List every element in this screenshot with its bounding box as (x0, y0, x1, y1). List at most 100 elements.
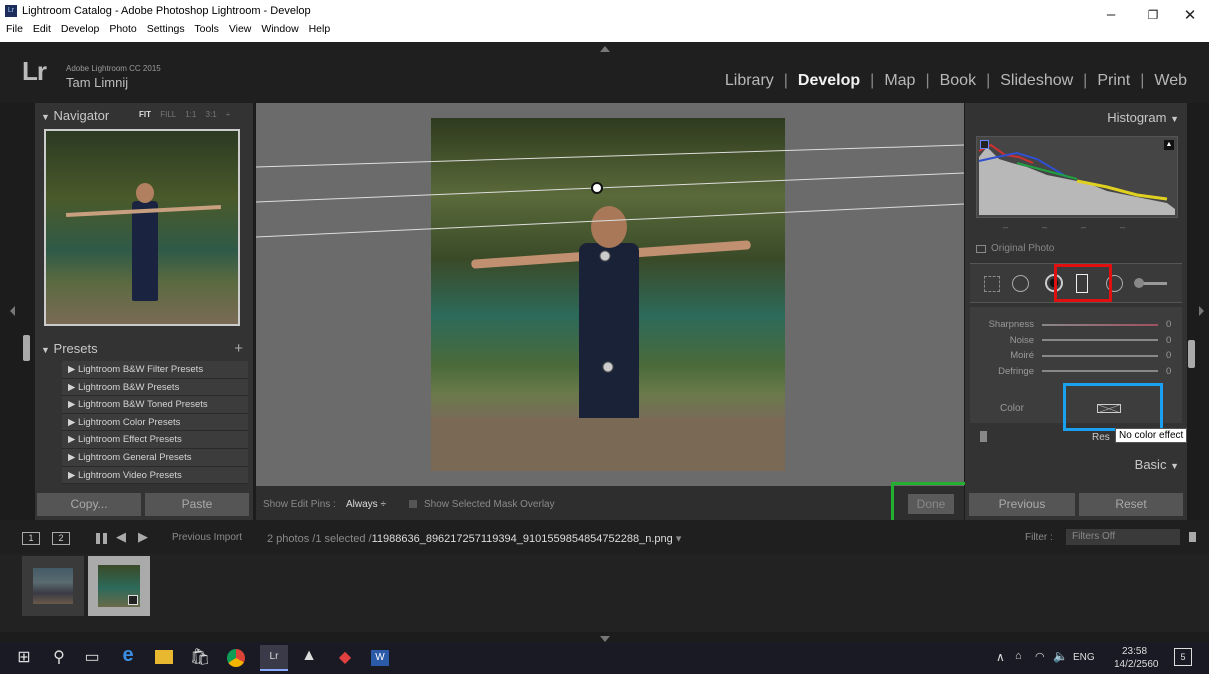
image-canvas[interactable] (256, 103, 964, 486)
filename[interactable]: 11988636_896217257119394_910155985485475… (372, 533, 673, 545)
mask-overlay-checkbox[interactable] (409, 500, 417, 508)
left-scrollbar[interactable] (23, 335, 30, 361)
lightroom-taskbar-icon[interactable]: Lr (260, 645, 288, 671)
module-web[interactable]: Web (1144, 72, 1197, 90)
preset-folder[interactable]: ▶ Lightroom B&W Presets (62, 378, 248, 397)
clock-time[interactable]: 23:58 (1122, 646, 1147, 657)
module-library[interactable]: Library (715, 72, 784, 90)
source-label[interactable]: Previous Import (172, 532, 242, 543)
copy-button[interactable]: Copy... (37, 493, 141, 516)
preset-folder[interactable]: ▶ Lightroom Video Presets (62, 466, 248, 485)
slider-noise[interactable]: Noise 0 (970, 333, 1182, 349)
previous-button[interactable]: Previous (969, 493, 1075, 516)
system-tray-chevron-icon[interactable]: ∧ (996, 650, 1005, 664)
slider-sharpness[interactable]: Sharpness 0 (970, 317, 1182, 333)
right-scrollbar[interactable] (1188, 340, 1195, 368)
monitor-1-button[interactable]: 1 (22, 532, 40, 545)
right-panel-toggle-icon[interactable] (1199, 306, 1204, 316)
windows-start-icon[interactable]: ⊞ (12, 647, 36, 669)
filter-select[interactable]: Filters Off (1066, 529, 1180, 545)
preset-folder[interactable]: ▶ Lightroom Color Presets (62, 413, 248, 432)
preset-folder[interactable]: ▶ Lightroom Effect Presets (62, 431, 248, 449)
notification-icon[interactable]: 5 (1174, 648, 1192, 666)
menu-develop[interactable]: Develop (61, 23, 100, 35)
module-map[interactable]: Map (874, 72, 925, 90)
graduated-filter-lines[interactable] (256, 103, 964, 486)
module-book[interactable]: Book (930, 72, 986, 90)
reset-partial-label[interactable]: Res (1092, 432, 1110, 443)
file-explorer-icon[interactable] (152, 647, 176, 669)
add-preset-icon[interactable]: + (234, 340, 243, 357)
spot-removal-icon[interactable] (1012, 275, 1029, 292)
crop-tool-icon[interactable] (984, 276, 1000, 292)
histogram-chart[interactable]: ▲ (976, 136, 1178, 218)
wifi-icon[interactable]: ◠ (1035, 650, 1045, 663)
grid-view-icon[interactable] (96, 533, 107, 544)
task-view-icon[interactable]: ▭ (80, 647, 104, 669)
forward-arrow-icon[interactable]: ▶ (138, 529, 148, 545)
navigator-header[interactable]: ▼ Navigator FIT FILL 1:1 3:1 ÷ (41, 108, 251, 123)
restore-button[interactable]: ❐ (1138, 8, 1168, 22)
clock-date[interactable]: 14/2/2560 (1114, 659, 1159, 670)
reset-button[interactable]: Reset (1079, 493, 1183, 516)
edge-browser-icon[interactable]: e (116, 644, 140, 666)
menu-edit[interactable]: Edit (33, 23, 51, 35)
minimize-button[interactable]: – (1096, 6, 1126, 23)
store-icon[interactable]: 🛍 (188, 647, 212, 669)
top-panel-toggle-icon[interactable] (600, 46, 610, 52)
menu-photo[interactable]: Photo (109, 23, 136, 35)
zoom-3-1[interactable]: 3:1 ÷ (206, 110, 231, 119)
photos-icon[interactable]: ▲ (297, 647, 321, 669)
edit-pin-icon (599, 250, 611, 262)
presets-header[interactable]: ▼ Presets + (41, 340, 251, 357)
menu-window[interactable]: Window (261, 23, 298, 35)
shadow-clipping-icon[interactable] (980, 140, 989, 149)
search-icon[interactable]: ⚲ (47, 647, 71, 669)
menu-settings[interactable]: Settings (147, 23, 185, 35)
volume-icon[interactable]: 🔈 (1053, 649, 1068, 663)
zoom-fill[interactable]: FILL (160, 110, 176, 119)
highlight-clipping-icon[interactable]: ▲ (1164, 140, 1174, 150)
slider-moire[interactable]: Moiré 0 (970, 348, 1182, 364)
edit-pins-select[interactable]: Always ÷ (346, 499, 386, 510)
original-photo-checkbox[interactable] (976, 245, 986, 253)
network-icon[interactable]: ⌂ (1015, 650, 1022, 662)
basic-header[interactable]: Basic ▼ (1135, 457, 1179, 472)
user-name: Tam Limnij (66, 75, 129, 90)
module-print[interactable]: Print (1087, 72, 1140, 90)
module-slideshow[interactable]: Slideshow (990, 72, 1083, 90)
menu-view[interactable]: View (229, 23, 252, 35)
toggle-switch-icon[interactable] (980, 431, 987, 442)
menu-help[interactable]: Help (309, 23, 331, 35)
histogram-curve (978, 143, 1175, 215)
filter-lock-icon[interactable] (1189, 532, 1196, 542)
mask-overlay-label: Show Selected Mask Overlay (424, 499, 555, 510)
word-icon[interactable]: W (368, 647, 392, 669)
preset-folder[interactable]: ▶ Lightroom B&W Filter Presets (62, 361, 248, 379)
left-panel-toggle-icon[interactable] (10, 306, 15, 316)
preset-folder[interactable]: ▶ Lightroom B&W Toned Presets (62, 396, 248, 414)
zoom-1-1[interactable]: 1:1 (185, 110, 196, 119)
basic-title: Basic (1134, 457, 1167, 472)
slider-defringe[interactable]: Defringe 0 (970, 364, 1182, 380)
edited-badge-icon (128, 595, 138, 605)
paste-button[interactable]: Paste (145, 493, 249, 516)
menu-file[interactable]: File (6, 23, 23, 35)
preset-folder[interactable]: ▶ Lightroom General Presets (62, 448, 248, 467)
histogram-header[interactable]: Histogram ▼ (1107, 110, 1179, 125)
filter-line-center (256, 172, 964, 203)
window-title: Lightroom Catalog - Adobe Photoshop Ligh… (22, 5, 311, 17)
close-button[interactable]: ✕ (1175, 6, 1205, 24)
filmstrip-thumb-selected[interactable] (88, 556, 150, 616)
filmstrip-thumb[interactable] (22, 556, 84, 616)
color-highlight-blue (1063, 383, 1163, 431)
app-icon-red[interactable]: ◆ (333, 647, 357, 669)
module-develop[interactable]: Develop (788, 72, 870, 90)
monitor-2-button[interactable]: 2 (52, 532, 70, 545)
navigator-preview[interactable] (44, 129, 240, 326)
zoom-fit[interactable]: FIT (139, 110, 151, 119)
back-arrow-icon[interactable]: ◀ (116, 529, 126, 545)
language-indicator[interactable]: ENG (1073, 652, 1095, 663)
chrome-icon[interactable] (224, 647, 248, 669)
menu-tools[interactable]: Tools (194, 23, 219, 35)
